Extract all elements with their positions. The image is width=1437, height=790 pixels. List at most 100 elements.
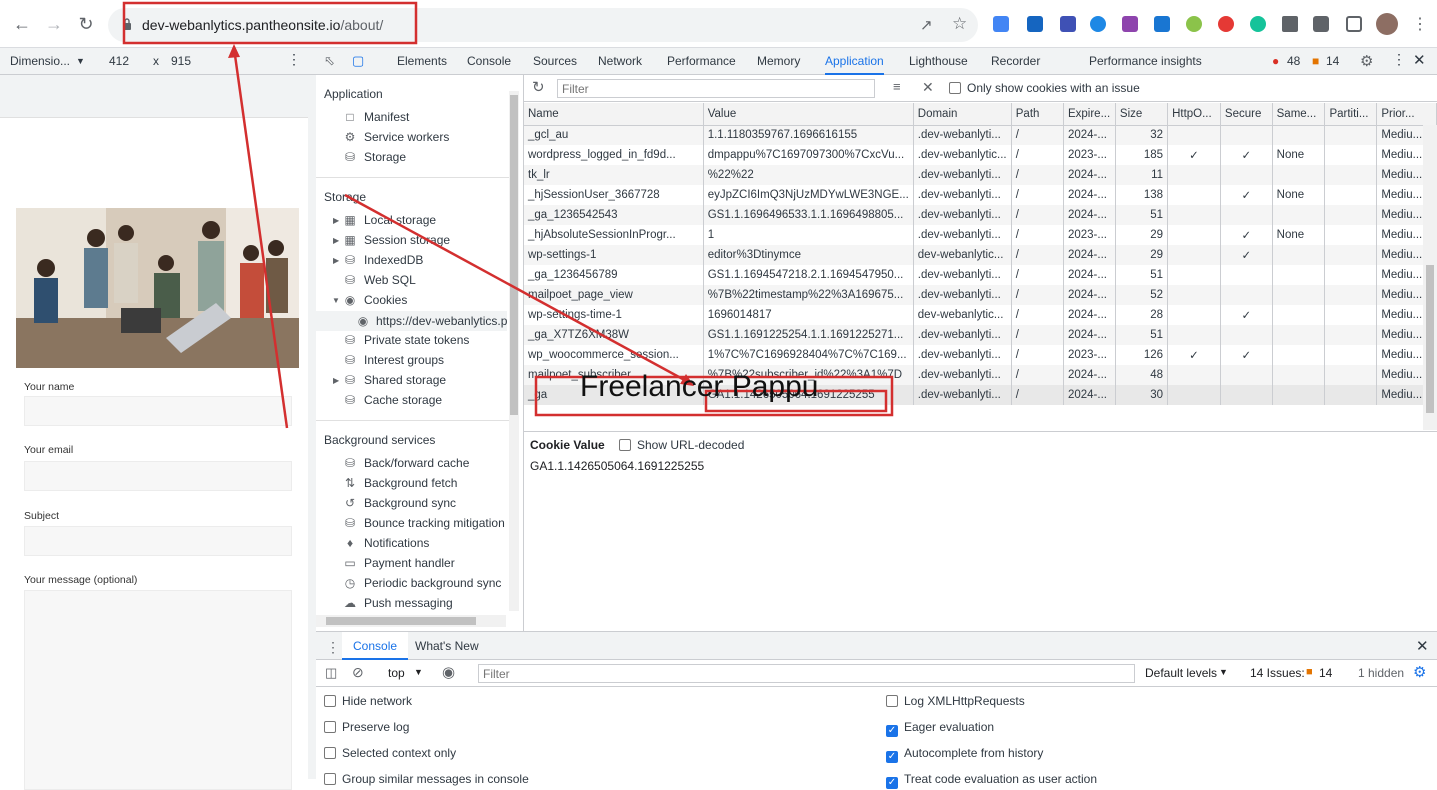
table-row[interactable]: _ga_1236456789 GS1.1.1694547218.2.1.16945…: [524, 265, 1437, 285]
sidebar-item-interest-groups[interactable]: Interest groups: [364, 353, 444, 367]
console-option-checkbox[interactable]: Log XMLHttpRequests: [886, 694, 1025, 708]
address-bar[interactable]: dev-webanlytics.pantheonsite.io/about/ ↗…: [108, 8, 978, 42]
reading-list-icon[interactable]: [1313, 16, 1329, 32]
tab-console-drawer[interactable]: Console: [342, 632, 409, 660]
table-row[interactable]: mailpoet_page_view %7B%22timestamp%22%3A1…: [524, 285, 1437, 305]
column-header[interactable]: Size: [1115, 103, 1169, 126]
device-dropdown[interactable]: Dimensio...: [10, 54, 70, 68]
collapse-icon[interactable]: ▼: [332, 296, 340, 305]
checkbox-box[interactable]: [324, 773, 336, 785]
console-option-checkbox[interactable]: ✓ Eager evaluation: [886, 720, 994, 737]
table-row[interactable]: _gcl_au 1.1.1180359767.1696616155 .dev-web…: [524, 125, 1437, 145]
table-row[interactable]: _hjAbsoluteSessionInProgr... 1 .dev-webanl…: [524, 225, 1437, 245]
share-icon[interactable]: ↗: [920, 16, 933, 34]
table-row[interactable]: mailpoet_subscriber %7B%22subscriber_id%2…: [524, 365, 1437, 385]
expand-icon[interactable]: ▶: [333, 376, 339, 385]
tab-performance-insights[interactable]: Performance insights: [1089, 48, 1202, 75]
tab-application[interactable]: Application: [825, 48, 884, 75]
tab-memory[interactable]: Memory: [757, 48, 800, 75]
column-header[interactable]: HttpO...: [1167, 103, 1221, 126]
tab-elements[interactable]: Elements: [397, 48, 447, 75]
tab-performance[interactable]: Performance: [667, 48, 736, 75]
device-toggle-icon[interactable]: ▢: [352, 53, 364, 69]
column-header[interactable]: Domain: [913, 103, 1012, 126]
console-option-checkbox[interactable]: Group similar messages in console: [324, 772, 529, 786]
clear-all-icon[interactable]: ≡: [893, 79, 901, 94]
checkbox-box[interactable]: [949, 82, 961, 94]
expand-icon[interactable]: ▶: [333, 216, 339, 225]
sidebar-item-periodic-sync[interactable]: Periodic background sync: [364, 576, 501, 590]
error-count[interactable]: 48: [1287, 54, 1300, 68]
console-option-checkbox[interactable]: Selected context only: [324, 746, 456, 760]
close-icon[interactable]: ✕: [1416, 637, 1429, 655]
browser-menu-icon[interactable]: ⋮: [1408, 12, 1432, 36]
sidebar-item-private-state-tokens[interactable]: Private state tokens: [364, 333, 469, 347]
tab-sources[interactable]: Sources: [533, 48, 577, 75]
sidebar-item-background-fetch[interactable]: Background fetch: [364, 476, 457, 490]
name-field[interactable]: [24, 396, 292, 426]
side-panel-icon[interactable]: [1346, 16, 1362, 32]
column-header[interactable]: Same...: [1272, 103, 1326, 126]
translate-extension-icon[interactable]: [993, 16, 1009, 32]
sidebar-item-cookies[interactable]: Cookies: [364, 293, 407, 307]
checkbox-box[interactable]: [324, 721, 336, 733]
table-row[interactable]: _hjSessionUser_3667728 eyJpZCI6ImQ3NjUzMD…: [524, 185, 1437, 205]
table-row[interactable]: wp-settings-time-1 1696014817 dev-webanlyt…: [524, 305, 1437, 325]
checkbox-box[interactable]: [324, 695, 336, 707]
issues-count[interactable]: 14: [1319, 666, 1332, 680]
forward-icon[interactable]: →: [42, 12, 66, 36]
only-issues-checkbox[interactable]: Only show cookies with an issue: [949, 81, 1140, 95]
tab-lighthouse[interactable]: Lighthouse: [909, 48, 968, 75]
column-header[interactable]: Name: [524, 103, 704, 126]
column-header[interactable]: Value: [703, 103, 914, 126]
log-levels-dropdown[interactable]: Default levels: [1145, 666, 1217, 680]
sidebar-item-push-messaging[interactable]: Push messaging: [364, 596, 453, 610]
sidebar-item-bounce-tracking[interactable]: Bounce tracking mitigation: [364, 516, 505, 530]
board-extension-icon[interactable]: [1154, 16, 1170, 32]
console-option-checkbox[interactable]: Hide network: [324, 694, 412, 708]
eye-icon[interactable]: ◉: [442, 663, 455, 681]
tab-whats-new[interactable]: What's New: [415, 632, 479, 660]
delete-selected-icon[interactable]: ✕: [922, 79, 934, 96]
bulb-extension-icon[interactable]: [1186, 16, 1202, 32]
email-field[interactable]: [24, 461, 292, 491]
issues-label[interactable]: 14 Issues:: [1250, 666, 1305, 680]
sidebar-item-web-sql[interactable]: Web SQL: [364, 273, 416, 287]
close-icon[interactable]: ✕: [1413, 51, 1426, 69]
sidebar-item-payment-handler[interactable]: Payment handler: [364, 556, 455, 570]
puzzle-extensions-icon[interactable]: [1282, 16, 1298, 32]
tab-network[interactable]: Network: [598, 48, 642, 75]
warning-count[interactable]: 14: [1326, 54, 1339, 68]
column-header[interactable]: Secure: [1220, 103, 1273, 126]
sidebar-item-local-storage[interactable]: Local storage: [364, 213, 436, 227]
expand-icon[interactable]: ▶: [333, 256, 339, 265]
expand-icon[interactable]: ▶: [333, 236, 339, 245]
checkbox-box[interactable]: [886, 695, 898, 707]
inspect-icon[interactable]: ⬁: [324, 53, 335, 69]
column-header[interactable]: Prior...: [1376, 103, 1437, 126]
checkbox-box[interactable]: [324, 747, 336, 759]
table-row[interactable]: wp-settings-1 editor%3Dtinymce dev-webanly…: [524, 245, 1437, 265]
viewport-width[interactable]: 412: [109, 54, 129, 68]
refresh-icon[interactable]: ↻: [532, 78, 545, 96]
sidebar-item-cookie-origin[interactable]: https://dev-webanlytics.p: [376, 314, 507, 328]
table-row[interactable]: wp_woocommerce_session... 1%7C%7C16969284…: [524, 345, 1437, 365]
table-row[interactable]: _ga GA1.1.1426505064.1691225255 .dev-weban…: [524, 385, 1437, 405]
sidebar-item-background-sync[interactable]: Background sync: [364, 496, 456, 510]
back-icon[interactable]: ←: [10, 12, 34, 36]
error-icon[interactable]: ●: [1272, 54, 1279, 68]
chevron-down-icon[interactable]: ▼: [1219, 667, 1228, 677]
chevron-down-icon[interactable]: ▼: [414, 667, 423, 677]
subject-field[interactable]: [24, 526, 292, 556]
console-option-checkbox[interactable]: ✓ Autocomplete from history: [886, 746, 1043, 763]
clear-console-icon[interactable]: ⊘: [352, 664, 364, 681]
sidebar-item-notifications[interactable]: Notifications: [364, 536, 429, 550]
warning-icon[interactable]: ■: [1312, 54, 1319, 68]
sidebar-item-session-storage[interactable]: Session storage: [364, 233, 450, 247]
checkbox-box[interactable]: ✓: [886, 751, 898, 763]
table-row[interactable]: _ga_1236542543 GS1.1.1696496533.1.1.16964…: [524, 205, 1437, 225]
column-header[interactable]: Expire...: [1063, 103, 1116, 126]
sidebar-item-shared-storage[interactable]: Shared storage: [364, 373, 446, 387]
viewport-height[interactable]: 915: [171, 54, 191, 68]
checkbox-box[interactable]: [619, 439, 631, 451]
